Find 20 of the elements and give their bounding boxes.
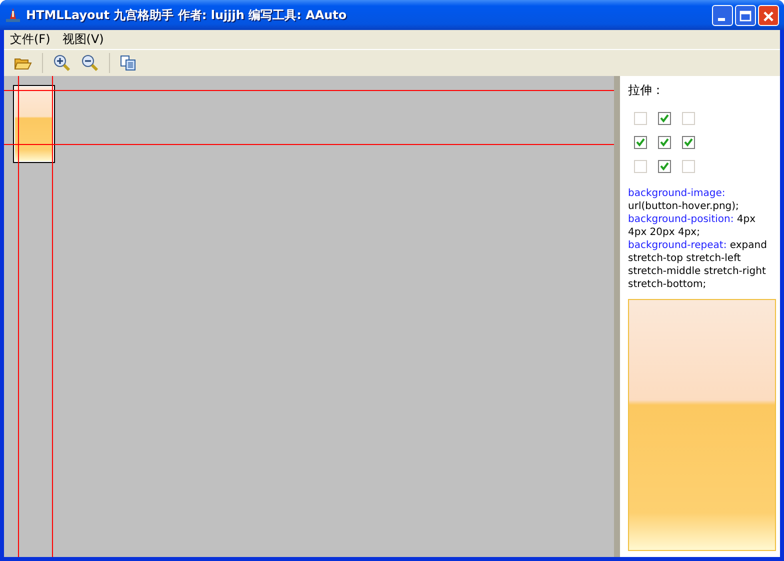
checkbox[interactable] bbox=[658, 136, 671, 149]
css-declaration: background-repeat: expand stretch-top stretch-left stretch-middle stretch-right stretch-bottom; bbox=[628, 239, 768, 291]
checkbox[interactable] bbox=[658, 112, 671, 125]
menu-item[interactable]: 视图(V) bbox=[56, 30, 110, 49]
window-title: HTMLLayout 九宫格助手 作者: lujjjh 编写工具: AAuto bbox=[26, 6, 348, 24]
checkbox[interactable] bbox=[658, 160, 671, 173]
minimize-button[interactable] bbox=[712, 4, 733, 26]
close-button[interactable] bbox=[758, 4, 779, 26]
minimize-icon bbox=[718, 18, 725, 20]
stretch-label: 拉伸： bbox=[628, 82, 665, 99]
maximize-button[interactable] bbox=[735, 4, 756, 26]
checkbox[interactable] bbox=[682, 136, 695, 149]
app-icon bbox=[5, 7, 21, 23]
menu-item[interactable]: 文件(F) bbox=[4, 30, 56, 49]
zoom-out-icon[interactable] bbox=[79, 52, 101, 74]
copy-icon[interactable] bbox=[118, 53, 138, 73]
css-declaration: background-image: url(button-hover.png); bbox=[628, 187, 740, 213]
css-declaration: background-position: 4px 4px 20px 4px; bbox=[628, 213, 757, 239]
zoom-in-icon[interactable] bbox=[51, 52, 73, 74]
checkbox[interactable] bbox=[634, 136, 647, 149]
